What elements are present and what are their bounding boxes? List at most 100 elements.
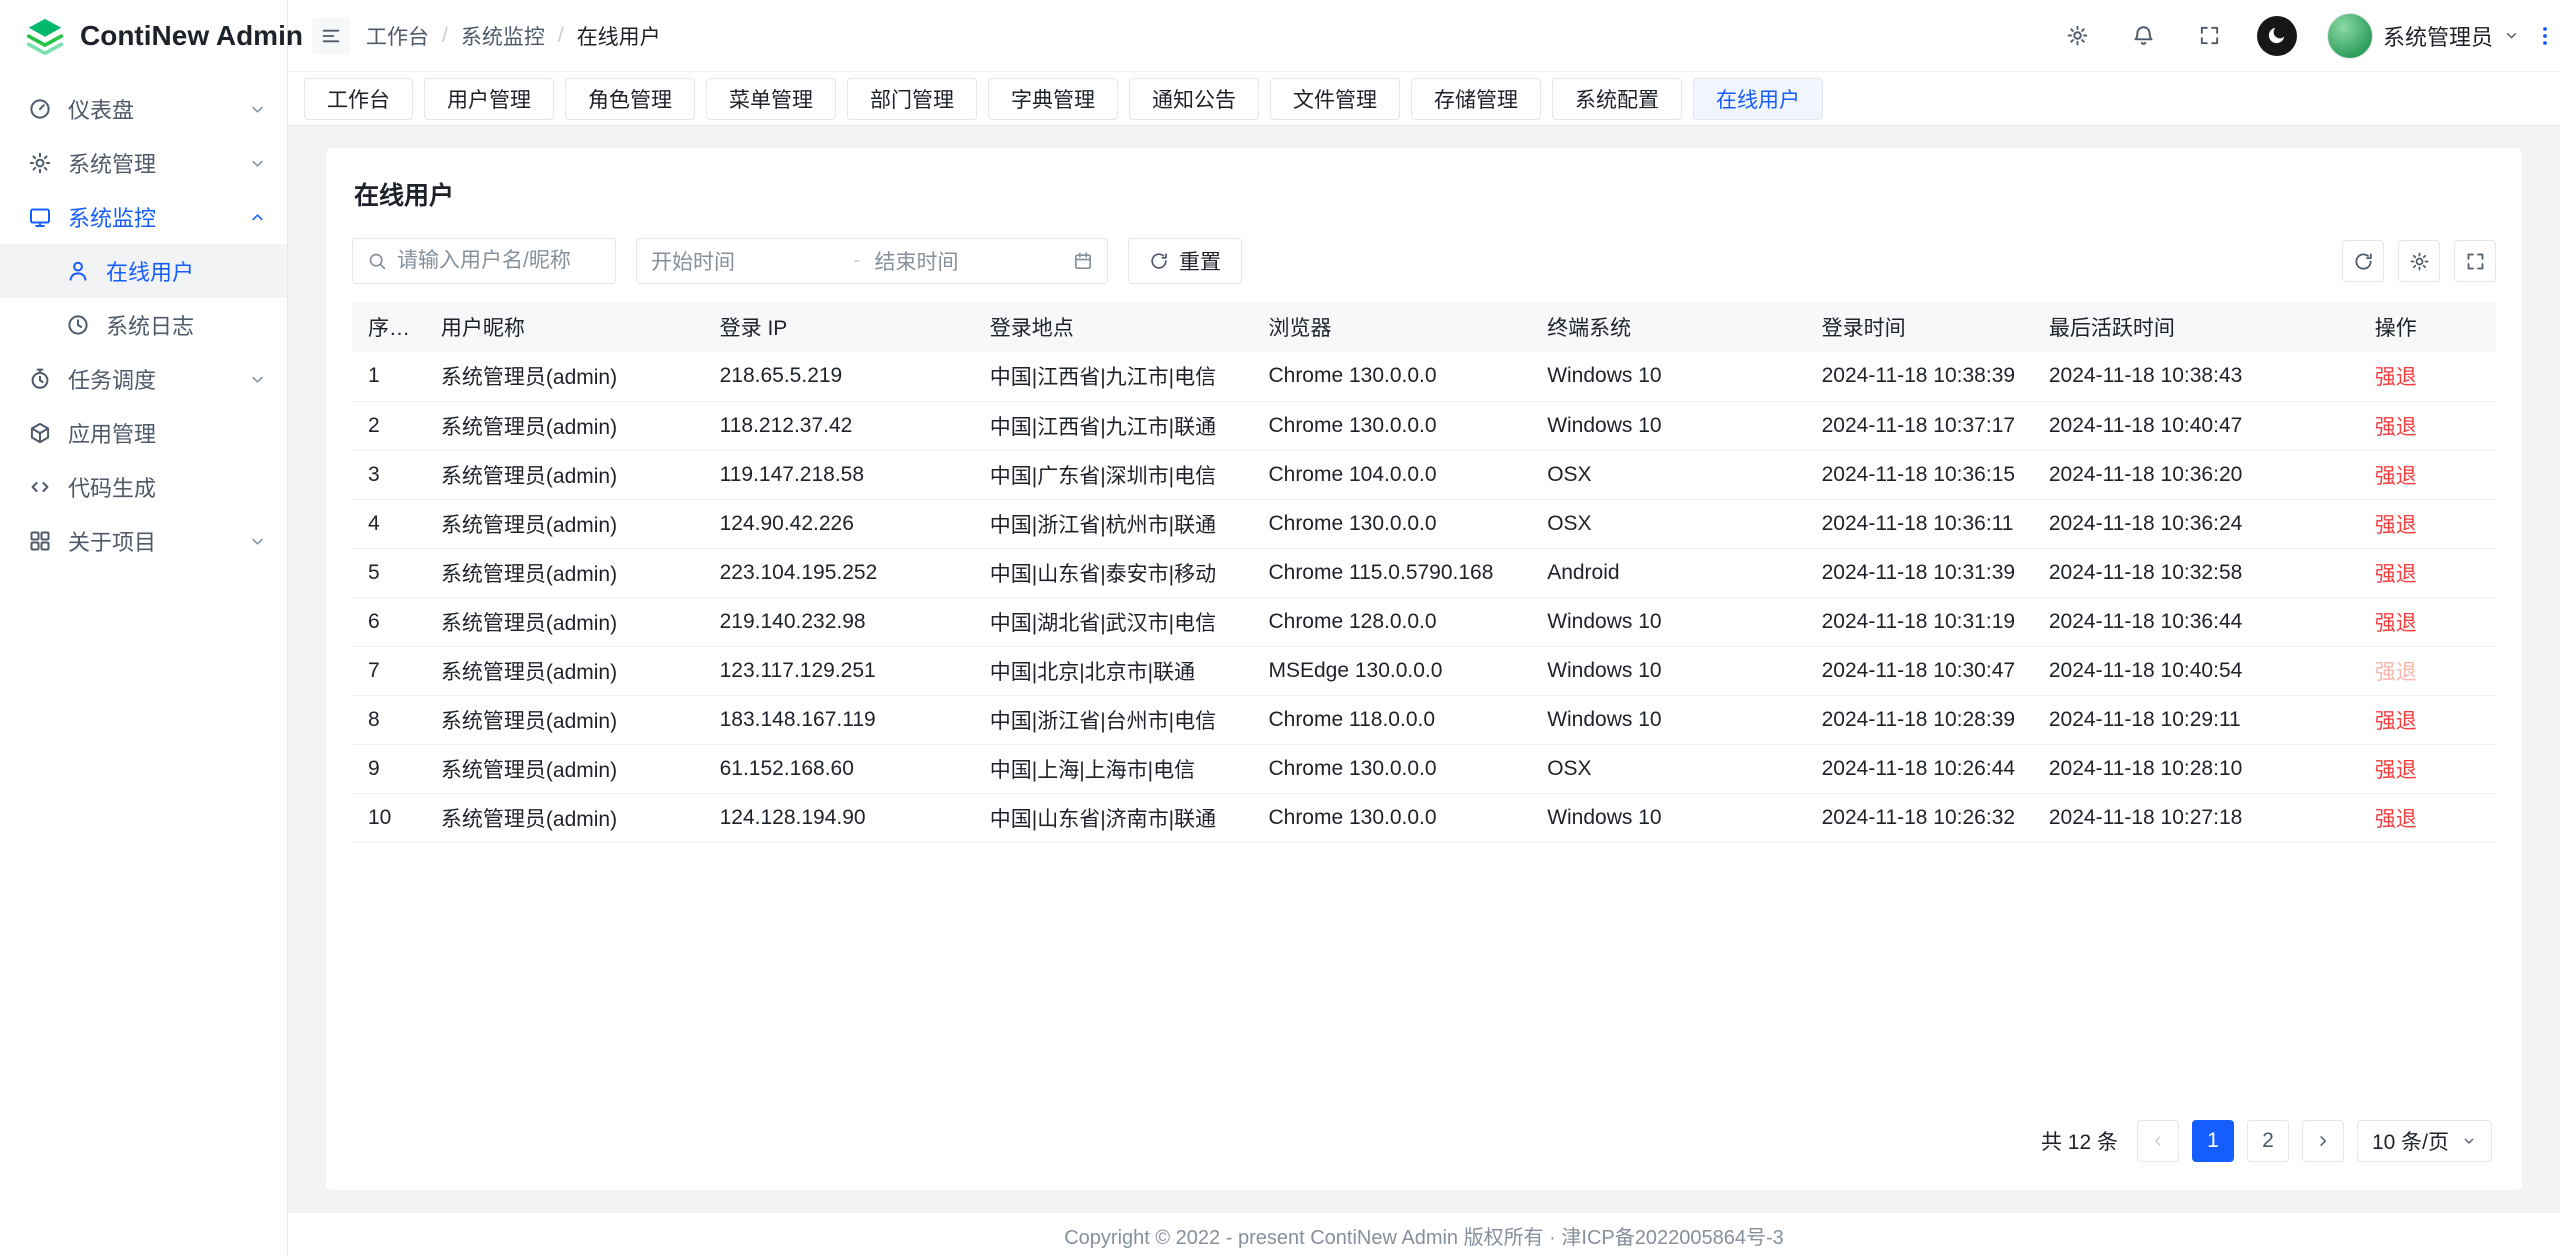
force-logout-link[interactable]: 强退	[2375, 563, 2417, 586]
sidebar-item[interactable]: 系统管理	[0, 136, 287, 190]
force-logout-link[interactable]: 强退	[2375, 661, 2417, 684]
tab[interactable]: 系统配置	[1552, 78, 1682, 120]
table-row: 3 系统管理员(admin) 119.147.218.58 中国|广东省|深圳市…	[352, 450, 2496, 499]
cell-index: 4	[352, 499, 425, 548]
force-logout-link[interactable]: 强退	[2375, 612, 2417, 635]
logo[interactable]: ContiNew Admin	[0, 0, 287, 72]
sidebar-item[interactable]: 仪表盘	[0, 82, 287, 136]
refresh-icon	[2353, 251, 2374, 272]
sidebar-submenu: 在线用户 系统日志	[0, 244, 287, 352]
breadcrumb-item[interactable]: 工作台	[366, 21, 429, 51]
refresh-table-button[interactable]	[2342, 240, 2384, 282]
search-field[interactable]	[352, 238, 616, 284]
cell-login-time: 2024-11-18 10:31:19	[1806, 597, 2033, 646]
tab-label: 字典管理	[1011, 84, 1095, 114]
reset-button[interactable]: 重置	[1128, 238, 1242, 284]
cell-action: 强退	[2359, 450, 2496, 499]
dark-mode-toggle[interactable]	[2257, 16, 2297, 56]
cell-last-active: 2024-11-18 10:36:24	[2033, 499, 2359, 548]
force-logout-link[interactable]: 强退	[2375, 759, 2417, 782]
tab[interactable]: 存储管理	[1411, 78, 1541, 120]
page-content: 在线用户 开始时间 - 结束时间 重置	[288, 126, 2560, 1212]
sidebar-item-label: 系统管理	[68, 147, 232, 179]
user-menu[interactable]: 系统管理员	[2327, 13, 2520, 59]
dashboard-icon	[28, 97, 52, 121]
table-row: 2 系统管理员(admin) 118.212.37.42 中国|江西省|九江市|…	[352, 401, 2496, 450]
cell-browser: Chrome 130.0.0.0	[1252, 499, 1531, 548]
sidebar-subitem-label: 系统日志	[106, 309, 267, 341]
history-icon	[66, 313, 90, 337]
tab[interactable]: 工作台	[304, 78, 413, 120]
cell-login-time: 2024-11-18 10:30:47	[1806, 646, 2033, 695]
tab[interactable]: 字典管理	[988, 78, 1118, 120]
force-logout-link[interactable]: 强退	[2375, 366, 2417, 389]
date-range-picker[interactable]: 开始时间 - 结束时间	[636, 238, 1108, 284]
cell-location: 中国|浙江省|杭州市|联通	[974, 499, 1253, 548]
gear-icon	[2066, 24, 2089, 47]
cell-last-active: 2024-11-18 10:36:44	[2033, 597, 2359, 646]
tab-label: 角色管理	[588, 84, 672, 114]
column-settings-button[interactable]	[2398, 240, 2440, 282]
pagination: 共 12 条 1 2 10 条/页	[352, 1096, 2496, 1166]
force-logout-link[interactable]: 强退	[2375, 710, 2417, 733]
cell-action: 强退	[2359, 499, 2496, 548]
sidebar-item[interactable]: 代码生成	[0, 460, 287, 514]
tab[interactable]: 部门管理	[847, 78, 977, 120]
cell-login-time: 2024-11-18 10:31:39	[1806, 548, 2033, 597]
page-size-select[interactable]: 10 条/页	[2357, 1120, 2492, 1162]
fullscreen-button[interactable]	[2191, 17, 2229, 55]
table-row: 10 系统管理员(admin) 124.128.194.90 中国|山东省|济南…	[352, 793, 2496, 842]
search-input[interactable]	[397, 249, 601, 273]
table-row: 6 系统管理员(admin) 219.140.232.98 中国|湖北省|武汉市…	[352, 597, 2496, 646]
clock-icon	[28, 367, 52, 391]
tab-label: 通知公告	[1152, 84, 1236, 114]
notifications-button[interactable]	[2125, 17, 2163, 55]
force-logout-link[interactable]: 强退	[2375, 808, 2417, 831]
cell-index: 1	[352, 352, 425, 401]
tab[interactable]: 在线用户	[1693, 78, 1823, 120]
sidebar-subitem[interactable]: 在线用户	[0, 244, 287, 298]
cell-action: 强退	[2359, 744, 2496, 793]
app-title: ContiNew Admin	[80, 20, 303, 52]
table-header-cell: 用户昵称	[425, 302, 704, 352]
pagination-next-button[interactable]	[2302, 1120, 2344, 1162]
force-logout-link[interactable]: 强退	[2375, 514, 2417, 537]
cell-ip: 219.140.232.98	[704, 597, 974, 646]
force-logout-link[interactable]: 强退	[2375, 416, 2417, 439]
refresh-icon	[1149, 251, 1169, 271]
theme-drawer-trigger[interactable]	[2533, 22, 2557, 50]
dots-vertical-icon	[2533, 22, 2557, 50]
cell-os: Windows 10	[1531, 352, 1805, 401]
cell-browser: Chrome 130.0.0.0	[1252, 352, 1531, 401]
sidebar-item[interactable]: 任务调度	[0, 352, 287, 406]
sidebar-item[interactable]: 应用管理	[0, 406, 287, 460]
tab[interactable]: 文件管理	[1270, 78, 1400, 120]
cell-nickname: 系统管理员(admin)	[425, 499, 704, 548]
sidebar-collapse-button[interactable]	[312, 17, 350, 55]
sidebar-item[interactable]: 系统监控	[0, 190, 287, 244]
chevron-up-icon	[248, 208, 267, 227]
settings-button[interactable]	[2059, 17, 2097, 55]
grid-icon	[28, 529, 52, 553]
cell-location: 中国|上海|上海市|电信	[974, 744, 1253, 793]
cell-browser: MSEdge 130.0.0.0	[1252, 646, 1531, 695]
page-title: 在线用户	[354, 176, 2496, 212]
sidebar-subitem[interactable]: 系统日志	[0, 298, 287, 352]
sidebar-item[interactable]: 关于项目	[0, 514, 287, 568]
chevron-down-icon	[248, 100, 267, 119]
cell-ip: 124.128.194.90	[704, 793, 974, 842]
force-logout-link[interactable]: 强退	[2375, 465, 2417, 488]
page-button[interactable]: 2	[2247, 1120, 2289, 1162]
table-header-cell: 终端系统	[1531, 302, 1805, 352]
tab[interactable]: 通知公告	[1129, 78, 1259, 120]
tab-label: 部门管理	[870, 84, 954, 114]
table-fullscreen-button[interactable]	[2454, 240, 2496, 282]
tab[interactable]: 用户管理	[424, 78, 554, 120]
sidebar-group: 代码生成	[0, 460, 287, 514]
pagination-prev-button[interactable]	[2137, 1120, 2179, 1162]
tab[interactable]: 角色管理	[565, 78, 695, 120]
breadcrumb-item[interactable]: 系统监控	[461, 21, 545, 51]
sidebar-item-label: 代码生成	[68, 471, 267, 503]
page-button[interactable]: 1	[2192, 1120, 2234, 1162]
tab[interactable]: 菜单管理	[706, 78, 836, 120]
